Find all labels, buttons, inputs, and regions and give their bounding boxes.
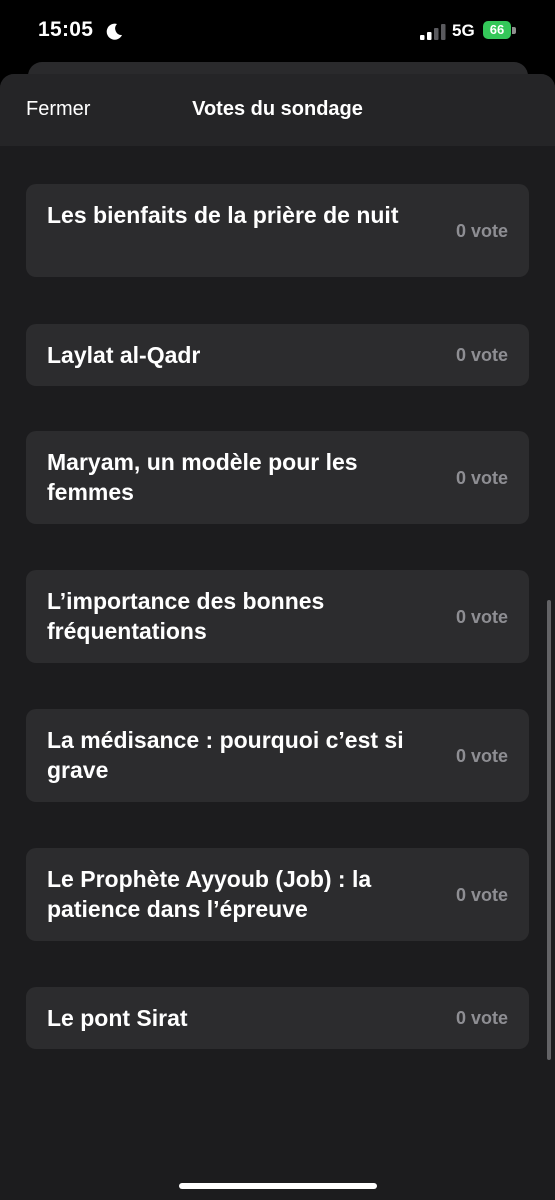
poll-votes-sheet: Fermer Votes du sondage Les bienfaits de… (0, 74, 555, 1200)
poll-option[interactable]: Le pont Sirat 0 vote (26, 987, 529, 1049)
poll-option-vote-count: 0 vote (455, 607, 508, 627)
poll-option-label: Maryam, un modèle pour les femmes (47, 449, 358, 505)
poll-option-vote-count: 0 vote (455, 746, 508, 766)
poll-option-label: Le Prophète Ayyoub (Job) : la patience d… (47, 866, 372, 922)
sheet-title: Votes du sondage (192, 98, 363, 120)
poll-option-vote-count: 0 vote (455, 221, 508, 241)
sheet-header: Fermer Votes du sondage (0, 74, 555, 146)
poll-option[interactable]: Maryam, un modèle pour les femmes 0 vote (26, 431, 529, 524)
battery-level: 66 (489, 22, 505, 37)
status-bar: 15:05 5G 66 (0, 0, 555, 62)
poll-option-label: L’importance des bonnes fréquentations (47, 588, 325, 644)
poll-option-label: La médisance : pourquoi c’est si grave (47, 727, 404, 783)
poll-option-vote-count: 0 vote (455, 468, 508, 488)
moon-icon (106, 23, 122, 40)
poll-votes-screen: 15:05 5G 66 Fermer Votes du sondage Les … (0, 0, 555, 1200)
status-time: 15:05 (38, 18, 94, 41)
poll-option[interactable]: Le Prophète Ayyoub (Job) : la patience d… (26, 848, 529, 941)
network-label: 5G (452, 21, 475, 40)
poll-option[interactable]: Les bienfaits de la prière de nuit 0 vot… (26, 184, 529, 277)
poll-option-vote-count: 0 vote (455, 885, 508, 905)
scroll-indicator[interactable] (547, 600, 551, 1060)
poll-option[interactable]: La médisance : pourquoi c’est si grave 0… (26, 709, 529, 802)
poll-option-vote-count: 0 vote (455, 1008, 508, 1028)
poll-option-label: Le pont Sirat (47, 1005, 188, 1031)
poll-option[interactable]: L’importance des bonnes fréquentations 0… (26, 570, 529, 663)
battery-icon: 66 (483, 21, 517, 41)
poll-option-vote-count: 0 vote (455, 345, 508, 365)
poll-option-label: Les bienfaits de la prière de nuit (47, 202, 399, 228)
poll-option[interactable]: Laylat al-Qadr 0 vote (26, 324, 529, 386)
signal-icon (420, 24, 446, 40)
home-indicator[interactable] (179, 1183, 377, 1189)
poll-option-label: Laylat al-Qadr (47, 342, 201, 368)
